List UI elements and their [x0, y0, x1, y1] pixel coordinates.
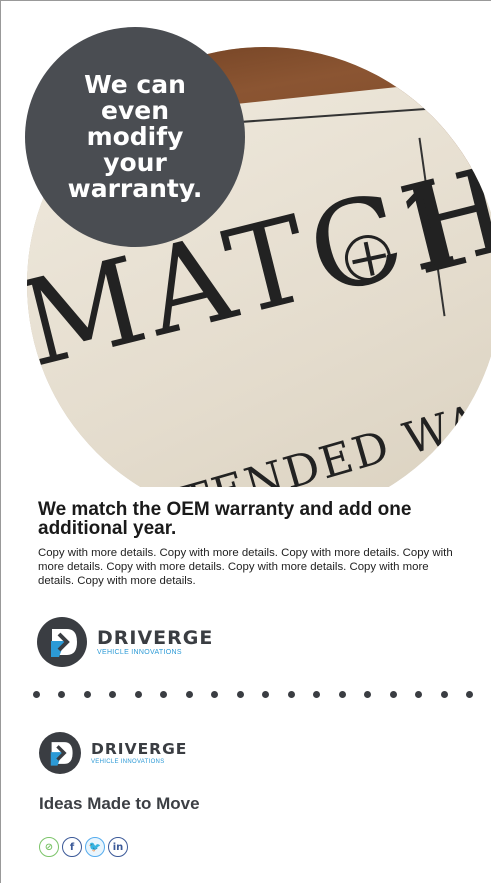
driverge-mark-icon [37, 617, 87, 667]
divider-dot [313, 690, 321, 698]
divider-dot [415, 690, 423, 698]
divider-dot [58, 690, 66, 698]
headline: We match the OEM warranty and add one ad… [38, 499, 412, 539]
driverge-logo[interactable]: DRIVERGE VEHICLE INNOVATIONS [37, 617, 213, 667]
footer-logo-wordmark: DRIVERGE VEHICLE INNOVATIONS [91, 739, 188, 766]
link-icon[interactable]: ⊘ [39, 837, 59, 857]
divider-dot [389, 690, 397, 698]
divider-dot [262, 690, 270, 698]
divider-dot [109, 690, 117, 698]
facebook-icon[interactable]: f [62, 837, 82, 857]
divider-dot [33, 690, 40, 698]
twitter-icon[interactable]: 🐦 [85, 837, 105, 857]
divider-dot [364, 690, 372, 698]
social-links: ⊘ f 🐦 in [39, 837, 128, 857]
divider-dot [160, 690, 168, 698]
divider-dot [287, 690, 295, 698]
body-copy: Copy with more details. Copy with more d… [38, 547, 453, 587]
footer-logo-name: DRIVERGE [91, 739, 188, 758]
footer-tagline: Ideas Made to Move [39, 794, 200, 813]
driverge-mark-icon [39, 732, 81, 774]
badge-text: We can even modify your warranty. [67, 70, 203, 203]
email-page: MATCH 1 EXTENDED WARRANTY We can even mo… [0, 0, 491, 883]
divider-dot [338, 690, 346, 698]
logo-tagline: VEHICLE INNOVATIONS [97, 648, 182, 656]
logo-wordmark: DRIVERGE VEHICLE INNOVATIONS [97, 628, 213, 657]
linkedin-icon[interactable]: in [108, 837, 128, 857]
divider-dot [440, 690, 448, 698]
divider-dot [236, 690, 244, 698]
divider-dot [211, 690, 219, 698]
divider-dot [185, 690, 193, 698]
divider-dot [134, 690, 142, 698]
warranty-badge: We can even modify your warranty. [25, 27, 245, 247]
logo-name: DRIVERGE [97, 626, 214, 649]
footer-logo-tagline: VEHICLE INNOVATIONS [91, 758, 165, 765]
footer-driverge-logo[interactable]: DRIVERGE VEHICLE INNOVATIONS [39, 732, 187, 774]
dotted-divider [33, 687, 473, 701]
divider-dot [465, 690, 473, 698]
divider-dot [83, 690, 91, 698]
